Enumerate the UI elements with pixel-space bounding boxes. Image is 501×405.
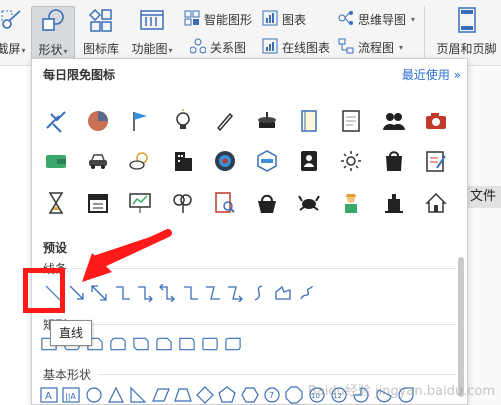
watermark-text: Baidu经验 jingyan.baidu.com: [307, 384, 495, 399]
straight-line-tooltip: 直线: [50, 320, 92, 346]
app-window: 文件 截屏▾ 形状▾ 图标库 功能图▾ 智能图形 关系图 图表 在线图表 思维导…: [0, 0, 501, 405]
